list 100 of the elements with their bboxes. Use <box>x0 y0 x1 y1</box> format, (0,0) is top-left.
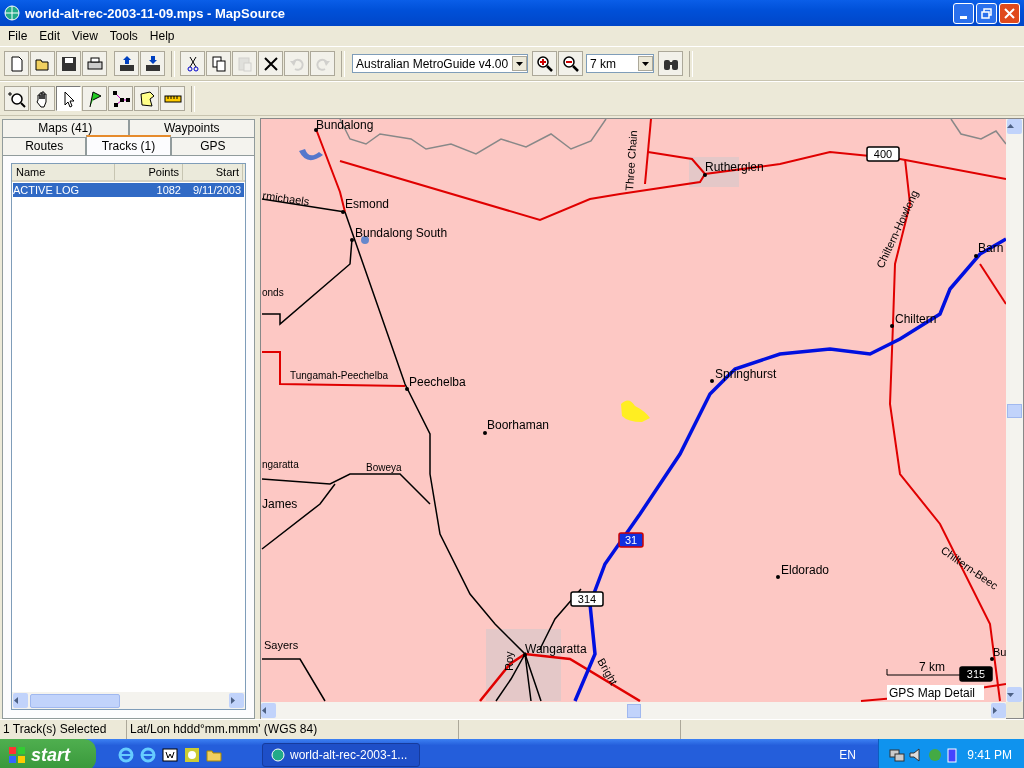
vertical-scrollbar[interactable] <box>1006 119 1023 702</box>
toolbar-button[interactable] <box>140 51 165 76</box>
scroll-arrow-icon <box>13 697 20 704</box>
table-row[interactable]: ACTIVE LOG 1082 9/11/2003 <box>13 183 244 197</box>
toolbar-button[interactable] <box>258 51 283 76</box>
place-label: Bu <box>993 646 1006 658</box>
scroll-thumb[interactable] <box>626 703 641 718</box>
network-icon[interactable] <box>889 747 905 763</box>
toolbar-button[interactable] <box>56 51 81 76</box>
dropdown-value: 7 km <box>590 56 616 71</box>
minimize-button[interactable] <box>953 2 974 24</box>
toolbar-button[interactable] <box>82 51 107 76</box>
scroll-arrow-icon <box>1007 123 1014 130</box>
horizontal-scrollbar[interactable] <box>261 702 1006 719</box>
toolbar-button[interactable] <box>4 86 29 111</box>
device-download-icon <box>143 54 162 73</box>
track-points <box>621 400 650 422</box>
polygon-icon <box>137 89 156 108</box>
windows-logo-icon <box>8 746 26 764</box>
toolbar-button[interactable] <box>532 51 557 76</box>
menu-item[interactable]: File <box>2 29 34 43</box>
route-shield: 314 <box>570 591 604 607</box>
map-product-dropdown[interactable]: Australian MetroGuide v4.00 <box>352 54 528 73</box>
toolbar-button[interactable] <box>134 86 159 111</box>
app-globe-icon <box>4 5 20 21</box>
taskbar-button[interactable]: world-alt-rec-2003-1... <box>262 743 420 767</box>
tab[interactable]: Routes <box>2 137 87 155</box>
place-label: Eldorado <box>781 563 830 577</box>
device-upload-icon <box>117 54 136 73</box>
copy-icon <box>209 54 228 73</box>
toolbar-button[interactable] <box>558 51 583 76</box>
toolbar-button[interactable] <box>180 51 205 76</box>
scroll-thumb[interactable] <box>30 693 120 708</box>
browser-icon[interactable] <box>140 747 156 763</box>
map-canvas[interactable] <box>261 119 1006 702</box>
scroll-arrow-icon <box>991 707 998 714</box>
delete-icon <box>261 54 280 73</box>
tab[interactable]: Maps (41) <box>2 119 129 137</box>
restore-button[interactable] <box>976 2 997 24</box>
tab[interactable]: GPS <box>170 137 255 155</box>
scroll-right-button[interactable] <box>229 693 244 708</box>
toolbar-button[interactable] <box>30 86 55 111</box>
close-icon <box>1004 7 1015 19</box>
toolbar-button[interactable] <box>108 86 133 111</box>
town-dot <box>776 575 780 579</box>
column-header[interactable]: Start <box>183 164 243 180</box>
scroll-arrow-icon <box>229 697 236 704</box>
scroll-left-button[interactable] <box>261 703 276 718</box>
horizontal-scrollbar[interactable] <box>12 692 245 709</box>
tab[interactable]: Tracks (1) <box>86 135 171 155</box>
scroll-left-button[interactable] <box>13 693 28 708</box>
save-icon <box>59 54 78 73</box>
toolbar-button[interactable] <box>56 86 81 111</box>
town-dot <box>523 653 527 657</box>
folder-icon[interactable] <box>206 747 222 763</box>
lake <box>299 149 323 161</box>
town-dot <box>350 238 354 242</box>
menu-item[interactable]: View <box>66 29 104 43</box>
scroll-down-button[interactable] <box>1007 687 1022 702</box>
browser-icon[interactable] <box>118 747 134 763</box>
app-globe-icon <box>271 748 285 762</box>
road-line <box>261 658 326 702</box>
place-label: Peechelba <box>409 375 466 389</box>
zoom-scale-dropdown[interactable]: 7 km <box>586 54 654 73</box>
minimize-icon <box>960 15 967 19</box>
town-dot <box>974 254 978 258</box>
town-dot <box>710 379 714 383</box>
media-player-icon[interactable] <box>162 747 178 763</box>
place-label: ngaratta <box>262 459 299 470</box>
scroll-up-button[interactable] <box>1007 119 1022 134</box>
zoom-tool-icon <box>7 89 26 108</box>
town-dot <box>341 210 345 214</box>
zoom-in-icon <box>535 54 554 73</box>
menu-item[interactable]: Edit <box>33 29 67 43</box>
town-dot <box>483 431 487 435</box>
battery-icon[interactable] <box>946 747 958 763</box>
toolbar-button[interactable] <box>114 51 139 76</box>
town-dot <box>405 387 409 391</box>
restore-icon <box>981 7 992 19</box>
clock-icon[interactable] <box>184 747 200 763</box>
printer-icon <box>85 54 104 73</box>
language-indicator[interactable]: EN <box>839 748 856 762</box>
scroll-right-button[interactable] <box>991 703 1006 718</box>
place-label: Bundalong South <box>355 226 448 240</box>
place-label: Boweya <box>366 462 402 473</box>
place-label: Bundalong <box>316 119 374 132</box>
place-label: Tungamah-Peechelba <box>290 370 389 381</box>
close-button[interactable] <box>999 2 1020 24</box>
column-header[interactable]: Points <box>115 164 183 180</box>
tab[interactable]: Waypoints <box>128 119 255 137</box>
menu-item[interactable]: Tools <box>103 29 144 43</box>
column-header[interactable]: Name <box>12 164 115 180</box>
place-label: Esmond <box>345 197 390 211</box>
route-shield: 31 <box>618 532 644 548</box>
toolbar-button[interactable] <box>82 86 107 111</box>
map-detail-label: GPS Map Detail <box>887 685 984 700</box>
town-dot <box>314 128 318 132</box>
scroll-thumb[interactable] <box>1007 403 1022 418</box>
menu-item[interactable]: Help <box>143 29 181 43</box>
find-button[interactable] <box>658 51 683 76</box>
